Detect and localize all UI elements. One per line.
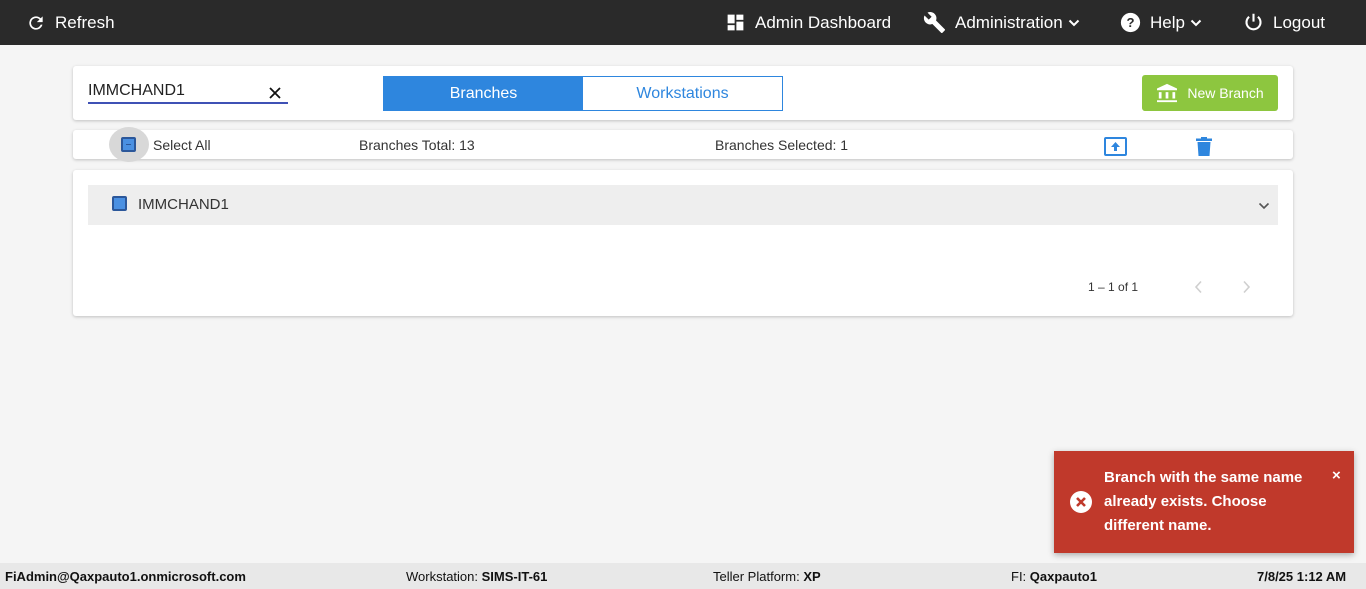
- new-branch-button[interactable]: New Branch: [1142, 75, 1278, 111]
- fi-label: FI:: [1011, 569, 1027, 584]
- chevron-down-icon[interactable]: [1258, 200, 1270, 212]
- trash-icon[interactable]: [1196, 137, 1212, 156]
- wrench-icon: [923, 12, 946, 34]
- toast-message: Branch with the same name already exists…: [1104, 469, 1303, 534]
- workstation-label: Workstation:: [406, 569, 479, 584]
- status-bar: FiAdmin@Qaxpauto1.onmicrosoft.com Workst…: [0, 563, 1366, 589]
- status-teller-platform: Teller Platform: XP: [713, 569, 821, 584]
- workstation-value: SIMS-IT-61: [481, 569, 548, 584]
- pagination-range: 1 – 1 of 1: [1088, 280, 1139, 294]
- chevron-left-icon[interactable]: [1193, 280, 1205, 294]
- search-input-value[interactable]: IMMCHAND1: [88, 82, 185, 100]
- admin-dashboard-link[interactable]: Admin Dashboard: [725, 0, 891, 45]
- branch-name: IMMCHAND1: [138, 196, 229, 213]
- status-fi: FI: Qaxpauto1: [1011, 569, 1097, 584]
- branches-total: Branches Total: 13: [359, 137, 475, 153]
- power-icon: [1245, 13, 1262, 31]
- search-input[interactable]: IMMCHAND1: [88, 80, 288, 104]
- svg-text:?: ?: [1126, 15, 1134, 30]
- branch-checkbox[interactable]: [112, 196, 127, 211]
- dashboard-icon: [727, 14, 744, 31]
- upload-icon[interactable]: [1104, 137, 1127, 156]
- selection-summary-bar: Select All Branches Total: 13 Branches S…: [73, 127, 1293, 162]
- tab-workstations[interactable]: Workstations: [583, 77, 782, 110]
- help-label: Help: [1150, 12, 1185, 32]
- logout-button[interactable]: Logout: [1243, 0, 1325, 45]
- help-icon: ?: [1120, 12, 1141, 33]
- logout-label: Logout: [1273, 12, 1325, 32]
- bank-icon: [1157, 83, 1178, 103]
- administration-label: Administration: [955, 12, 1063, 32]
- refresh-button[interactable]: Refresh: [26, 0, 115, 45]
- error-toast: Branch with the same name already exists…: [1054, 451, 1354, 553]
- view-toggle: Branches Workstations: [383, 76, 783, 111]
- refresh-label: Refresh: [55, 12, 115, 32]
- teller-platform-value: XP: [803, 569, 821, 584]
- list-item[interactable]: IMMCHAND1: [88, 185, 1278, 225]
- select-all-label[interactable]: Select All: [153, 137, 211, 153]
- administration-menu[interactable]: Administration: [923, 0, 1080, 45]
- error-icon: [1070, 491, 1092, 513]
- toast-close-button[interactable]: ×: [1332, 467, 1341, 484]
- status-datetime: 7/8/25 1:12 AM: [1257, 569, 1347, 584]
- new-branch-label: New Branch: [1187, 85, 1264, 101]
- status-user: FiAdmin@Qaxpauto1.onmicrosoft.com: [5, 569, 246, 584]
- branches-selected: Branches Selected: 1: [715, 137, 849, 153]
- branch-list-card: IMMCHAND1 1 – 1 of 1: [73, 170, 1293, 316]
- search-toolbar-card: IMMCHAND1 Branches Workstations New Bran…: [73, 66, 1293, 120]
- top-nav-bar: Refresh Admin Dashboard Administration ?…: [0, 0, 1366, 45]
- status-workstation: Workstation: SIMS-IT-61: [406, 569, 547, 584]
- admin-dashboard-label: Admin Dashboard: [755, 12, 892, 32]
- chevron-down-icon: [1190, 19, 1202, 26]
- fi-value: Qaxpauto1: [1029, 569, 1097, 584]
- tab-branches[interactable]: Branches: [384, 77, 583, 110]
- teller-platform-label: Teller Platform:: [713, 569, 800, 584]
- refresh-icon: [29, 15, 43, 30]
- chevron-down-icon: [1068, 19, 1079, 26]
- select-all-checkbox[interactable]: [121, 137, 136, 152]
- help-menu[interactable]: ? Help: [1120, 0, 1202, 45]
- clear-search-icon[interactable]: [268, 86, 282, 100]
- chevron-right-icon[interactable]: [1240, 280, 1252, 294]
